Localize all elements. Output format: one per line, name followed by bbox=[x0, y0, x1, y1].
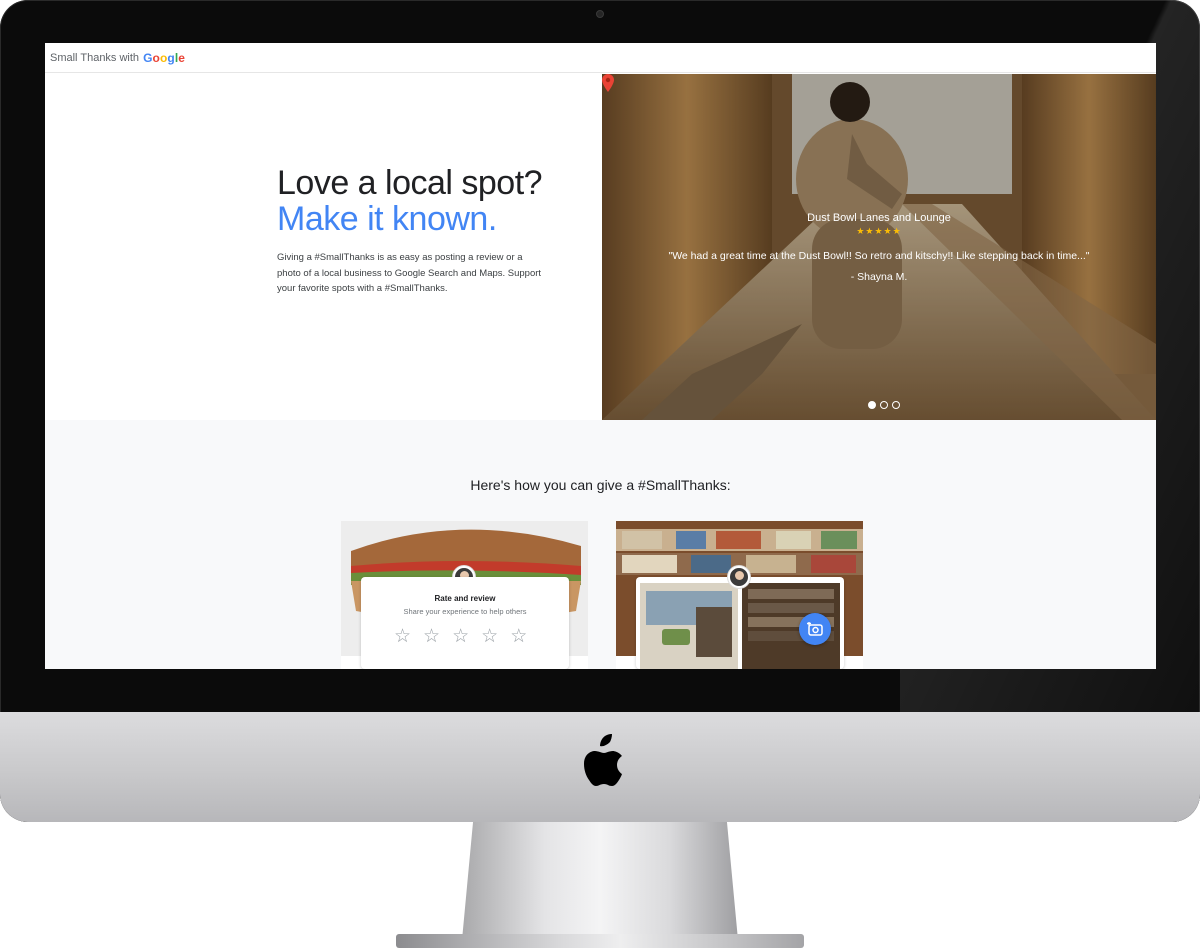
add-photo-card[interactable] bbox=[616, 521, 863, 669]
apple-logo-icon bbox=[584, 734, 622, 786]
hero-intro-text: Giving a #SmallThanks is as easy as post… bbox=[277, 252, 542, 294]
brand-text[interactable]: Small Thanks with bbox=[50, 52, 139, 64]
hero-text-panel: Love a local spot? Make it known. Giving… bbox=[45, 74, 602, 420]
google-letter: e bbox=[178, 50, 186, 65]
place-name: Dust Bowl Lanes and Lounge bbox=[807, 212, 951, 224]
star-rating-input[interactable]: ☆ ☆ ☆ ☆ ☆ bbox=[394, 627, 527, 646]
avatar bbox=[728, 566, 750, 588]
star-icon[interactable]: ☆ bbox=[452, 627, 469, 646]
hero-section: Love a local spot? Make it known. Giving… bbox=[45, 74, 1156, 420]
review-author: - Shayna M. bbox=[850, 271, 908, 283]
rate-review-card[interactable]: Rate and review Share your experience to… bbox=[341, 521, 588, 669]
rating-stars: ★★★★★ bbox=[856, 226, 902, 236]
top-bar: Small Thanks with Google bbox=[45, 43, 1156, 73]
hero-headline-accent: Make it known. bbox=[277, 200, 497, 238]
website-screen: Small Thanks with Google Love a local sp… bbox=[45, 43, 1156, 669]
imac-frame: Small Thanks with Google Love a local sp… bbox=[0, 0, 1200, 951]
review-quote: "We had a great time at the Dust Bowl!! … bbox=[668, 250, 1090, 262]
star-icon[interactable]: ☆ bbox=[423, 627, 440, 646]
bowling-alley-photo bbox=[602, 74, 1156, 420]
how-to-section: Here's how you can give a #SmallThanks: … bbox=[45, 420, 1156, 669]
camera-icon bbox=[596, 10, 604, 18]
rate-review-box: Rate and review Share your experience to… bbox=[361, 577, 569, 669]
stand-foot bbox=[396, 934, 804, 948]
rate-review-title: Rate and review bbox=[434, 594, 496, 603]
google-letter: o bbox=[152, 50, 160, 65]
carousel-dot-1[interactable] bbox=[868, 401, 876, 409]
google-logo[interactable]: Google bbox=[143, 51, 185, 65]
google-letter: G bbox=[143, 50, 153, 65]
add-photo-icon bbox=[807, 622, 823, 636]
star-icon[interactable]: ☆ bbox=[394, 627, 411, 646]
star-icon[interactable]: ☆ bbox=[510, 627, 527, 646]
carousel-dots bbox=[868, 401, 900, 409]
hero-carousel[interactable]: Dust Bowl Lanes and Lounge ★★★★★ "We had… bbox=[602, 74, 1156, 420]
stand-neck bbox=[462, 822, 738, 940]
rate-review-subtitle: Share your experience to help others bbox=[403, 607, 527, 616]
map-pin-icon bbox=[602, 74, 614, 92]
google-letter: g bbox=[167, 50, 175, 65]
how-to-title: Here's how you can give a #SmallThanks: bbox=[470, 477, 731, 493]
carousel-dot-3[interactable] bbox=[892, 401, 900, 409]
star-icon[interactable]: ☆ bbox=[481, 627, 498, 646]
carousel-dot-2[interactable] bbox=[880, 401, 888, 409]
add-photo-button[interactable] bbox=[799, 613, 831, 645]
hero-headline: Love a local spot? bbox=[277, 164, 543, 202]
